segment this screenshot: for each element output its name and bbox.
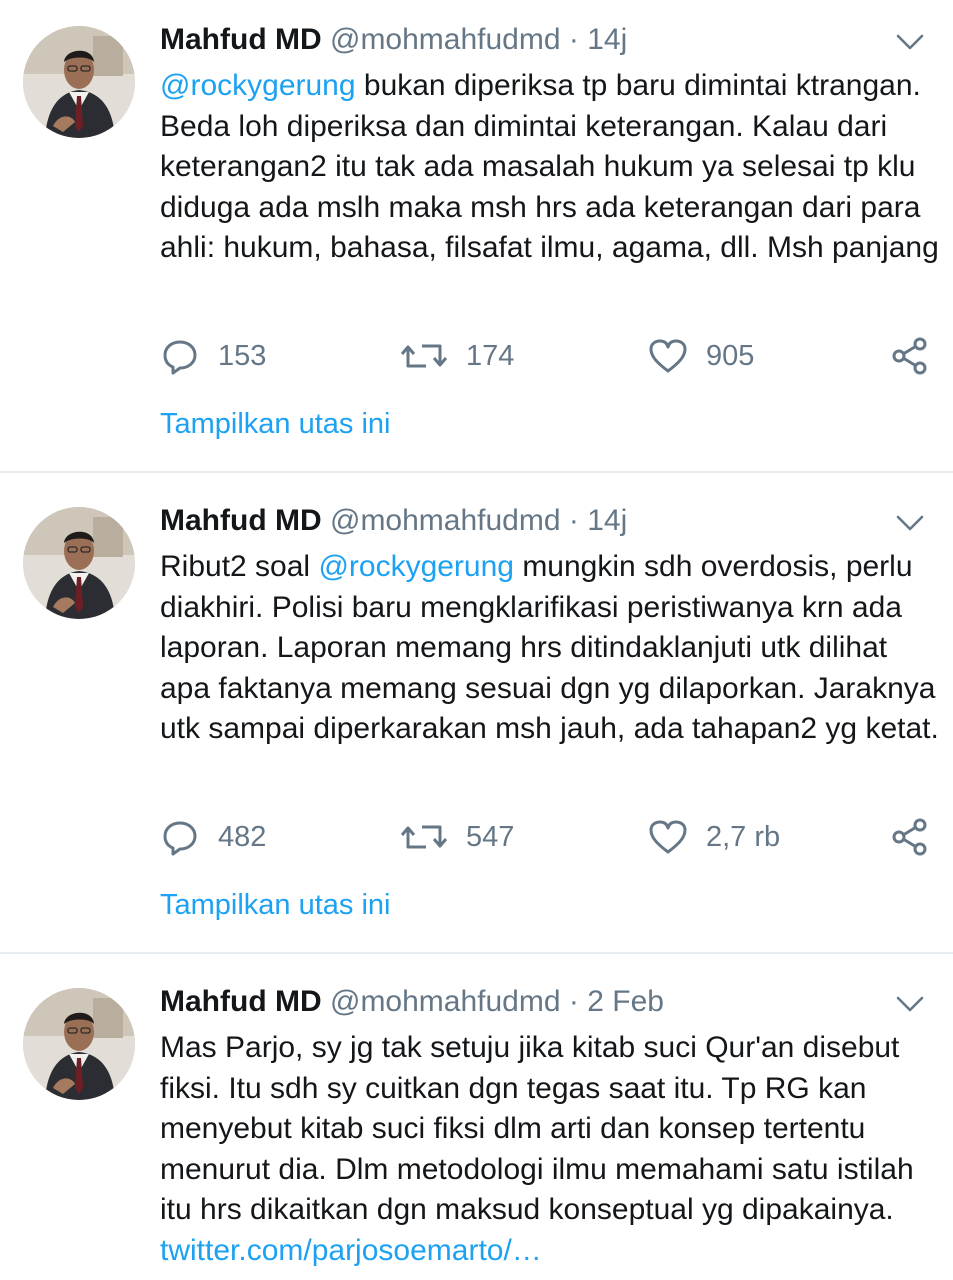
tweet-header: Mahfud MD @mohmahfudmd · 2 Feb — [160, 984, 664, 1020]
tweet-text-lead: Ribut2 soal — [160, 550, 319, 583]
tweet[interactable]: Mahfud MD @mohmahfudmd · 2 Feb Mas Parjo… — [0, 984, 953, 1280]
chevron-down-icon[interactable] — [895, 513, 925, 533]
tweet[interactable]: Mahfud MD @mohmahfudmd · 14j Ribut2 soal… — [0, 503, 953, 953]
tweet-actions: 482 547 2,7 rb — [160, 815, 935, 859]
reply-count: 482 — [218, 820, 267, 853]
heart-icon — [648, 338, 688, 374]
mention-link[interactable]: @rockygerung — [318, 550, 514, 583]
author-handle[interactable]: @mohmahfudmd — [330, 985, 561, 1018]
reply-count: 153 — [218, 339, 267, 372]
avatar[interactable] — [23, 988, 135, 1100]
tweet[interactable]: Mahfud MD @mohmahfudmd · 14j @rockygerun… — [0, 22, 953, 472]
reply-button[interactable]: 482 — [160, 815, 266, 859]
chevron-down-icon[interactable] — [895, 32, 925, 52]
retweet-count: 547 — [466, 820, 515, 853]
separator-dot: · — [568, 23, 579, 56]
like-button[interactable]: 2,7 rb — [648, 815, 780, 859]
avatar[interactable] — [23, 507, 135, 619]
author-name[interactable]: Mahfud MD — [160, 23, 322, 56]
retweet-icon — [400, 817, 448, 857]
chevron-down-icon[interactable] — [895, 994, 925, 1014]
show-thread-link[interactable]: Tampilkan utas ini — [160, 408, 391, 441]
tweet-time[interactable]: 2 Feb — [587, 985, 664, 1018]
share-button[interactable] — [890, 334, 930, 378]
mention-link[interactable]: @rockygerung — [160, 69, 356, 102]
reply-button[interactable]: 153 — [160, 334, 266, 378]
tweet-header: Mahfud MD @mohmahfudmd · 14j — [160, 503, 627, 539]
like-count: 2,7 rb — [706, 820, 781, 853]
retweet-button[interactable]: 547 — [400, 815, 514, 859]
share-button[interactable] — [890, 815, 930, 859]
retweet-icon — [400, 336, 448, 376]
separator-dot: · — [568, 504, 579, 537]
divider — [0, 471, 953, 473]
separator-dot: · — [568, 985, 579, 1018]
author-name[interactable]: Mahfud MD — [160, 985, 322, 1018]
tweet-url-link[interactable]: twitter.com/parjosoemarto/… — [160, 1234, 542, 1267]
tweet-text: Ribut2 soal @rockygerung mungkin sdh ove… — [160, 547, 940, 750]
retweet-button[interactable]: 174 — [400, 334, 514, 378]
tweet-text: Mas Parjo, sy jg tak setuju jika kitab s… — [160, 1028, 940, 1271]
reply-bubble-icon — [160, 336, 200, 376]
retweet-count: 174 — [466, 339, 515, 372]
tweet-time[interactable]: 14j — [587, 504, 627, 537]
tweet-actions: 153 174 905 — [160, 334, 935, 378]
author-handle[interactable]: @mohmahfudmd — [330, 23, 561, 56]
tweet-header: Mahfud MD @mohmahfudmd · 14j — [160, 22, 627, 58]
reply-bubble-icon — [160, 817, 200, 857]
like-button[interactable]: 905 — [648, 334, 754, 378]
tweet-time[interactable]: 14j — [587, 23, 627, 56]
tweet-text: @rockygerung bukan diperiksa tp baru dim… — [160, 66, 940, 269]
author-name[interactable]: Mahfud MD — [160, 504, 322, 537]
avatar[interactable] — [23, 26, 135, 138]
like-count: 905 — [706, 339, 755, 372]
share-icon — [890, 817, 930, 857]
author-handle[interactable]: @mohmahfudmd — [330, 504, 561, 537]
share-icon — [890, 336, 930, 376]
divider — [0, 952, 953, 954]
tweet-text-body: Mas Parjo, sy jg tak setuju jika kitab s… — [160, 1031, 914, 1226]
heart-icon — [648, 819, 688, 855]
show-thread-link[interactable]: Tampilkan utas ini — [160, 889, 391, 922]
